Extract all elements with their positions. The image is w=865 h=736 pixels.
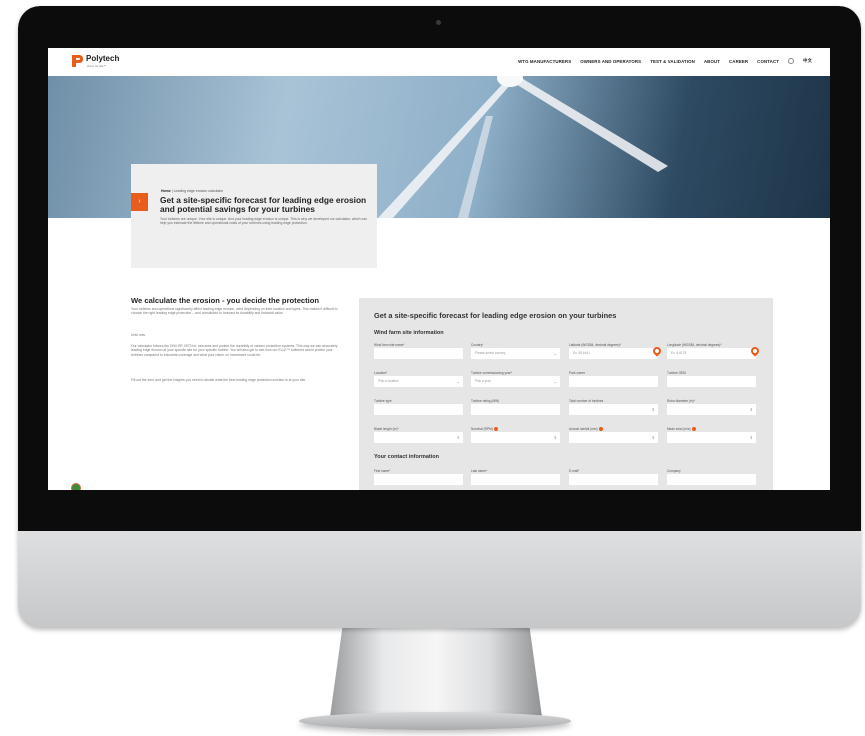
email-input[interactable] (569, 474, 658, 485)
info-icon[interactable] (691, 427, 696, 431)
map-pin-icon[interactable] (651, 345, 663, 357)
field-park-owner: Park owner (569, 370, 658, 387)
rotor-diameter-stepper[interactable]: ⇕ (667, 404, 756, 415)
erosion-forecast-form: Get a site-specific forecast for leading… (359, 298, 773, 490)
polytech-logo-icon[interactable] (70, 54, 84, 68)
imac-mockup: Polytech strive for life™ WTG MANUFACTUR… (0, 0, 865, 736)
nav-item-test-validation[interactable]: TEST & VALIDATION (650, 59, 695, 64)
intro-paragraph-4: Fill out the form and get the insights y… (131, 378, 307, 382)
top-navigation: Polytech strive for life™ WTG MANUFACTUR… (48, 48, 830, 76)
intro-paragraph-3: Our calculator follows the DNV-RP-0573 f… (131, 344, 338, 357)
monitor-chin (18, 531, 861, 628)
chevron-down-icon: ⌄ (553, 351, 557, 356)
main-menu: WTG MANUFACTURERS OWNERS AND OPERATORS T… (518, 58, 812, 64)
field-last-name: Last name* (471, 468, 560, 485)
field-nominal-rpm: Nominal (RPM) ⇕ (471, 426, 560, 443)
total-turbines-stepper[interactable]: ⇕ (569, 404, 658, 415)
blade-length-stepper[interactable]: ⇕ (374, 432, 463, 443)
latitude-input[interactable]: Ex. 55.6441 (569, 345, 663, 359)
company-input[interactable] (667, 474, 756, 485)
section-contact-info: Your contact information (374, 454, 439, 460)
breadcrumb-current: Leading edge erosion calculator (173, 189, 224, 193)
intro-paragraph-2: Until now. (131, 333, 146, 337)
logo-text[interactable]: Polytech (86, 54, 119, 63)
stepper-icon[interactable]: ⇕ (652, 432, 655, 443)
field-location: Location* Pick a location ⌄ (374, 370, 463, 387)
monitor-bezel: Polytech strive for life™ WTG MANUFACTUR… (18, 6, 861, 531)
commissioning-year-select[interactable]: Pick a year ⌄ (471, 376, 560, 387)
field-total-turbines: Total number of turbines ⇕ (569, 398, 658, 415)
stepper-icon[interactable]: ⇕ (457, 432, 460, 443)
field-mean-wind: Mean wind (m/s) ⇕ (667, 426, 756, 443)
field-turbine-rating: Turbine rating (MW) (471, 398, 560, 415)
info-icon[interactable] (598, 427, 603, 431)
chevron-down-icon: ⌄ (553, 379, 557, 384)
monitor-stand-neck (330, 625, 542, 717)
intro-heading: We calculate the erosion - you decide th… (131, 296, 320, 305)
country-select[interactable]: Please select country ⌄ (471, 348, 560, 359)
chevron-down-icon: ⌄ (456, 379, 460, 384)
chat-widget-icon[interactable] (71, 483, 81, 490)
camera-icon (436, 20, 441, 25)
field-company: Company (667, 468, 756, 485)
turbine-oem-input[interactable] (667, 376, 756, 387)
nav-item-owners-operators[interactable]: OWNERS AND OPERATORS (580, 59, 641, 64)
intro-paragraph-1: Your turbines and operations significant… (131, 307, 338, 316)
search-icon[interactable] (788, 58, 795, 64)
field-rotor-diameter: Rotor diameter (m)* ⇕ (667, 398, 756, 415)
monitor-stand-foot (299, 712, 571, 730)
park-owner-input[interactable] (569, 376, 658, 387)
turbine-type-input[interactable] (374, 404, 463, 415)
field-annual-rainfall: Annual rainfall (mm) ⇕ (569, 426, 658, 443)
monitor: Polytech strive for life™ WTG MANUFACTUR… (18, 6, 861, 628)
field-turbine-type: Turbine type (374, 398, 463, 415)
hero-card (131, 164, 377, 268)
hero-description: Your turbines are unique. Your site is u… (160, 217, 367, 226)
stepper-icon[interactable]: ⇕ (652, 404, 655, 415)
nav-item-career[interactable]: CAREER (729, 59, 748, 64)
nav-item-about[interactable]: ABOUT (704, 59, 720, 64)
field-latitude: Latitude (WGS84, decimal degrees)* Ex. 5… (569, 342, 663, 359)
stepper-icon[interactable]: ⇕ (750, 432, 753, 443)
turbine-rating-input[interactable] (471, 404, 560, 415)
field-commissioning-year: Turbine commissioning year* Pick a year … (471, 370, 560, 387)
page-title: Get a site-specific forecast for leading… (160, 195, 367, 214)
nav-item-contact[interactable]: CONTACT (757, 59, 779, 64)
first-name-input[interactable] (374, 474, 463, 485)
field-blade-length: Blade length (m)* ⇕ (374, 426, 463, 443)
form-title: Get a site-specific forecast for leading… (374, 311, 617, 320)
nominal-rpm-stepper[interactable]: ⇕ (471, 432, 560, 443)
breadcrumb: Home | Leading edge erosion calculator (161, 189, 224, 193)
last-name-input[interactable] (471, 474, 560, 485)
annual-rainfall-stepper[interactable]: ⇕ (569, 432, 658, 443)
info-icon[interactable] (493, 427, 498, 431)
arrow-right-icon[interactable]: › (131, 193, 148, 211)
field-country: Country* Please select country ⌄ (471, 342, 560, 359)
field-email: E-mail* (569, 468, 658, 485)
stepper-icon[interactable]: ⇕ (554, 432, 557, 443)
language-switch[interactable]: 中文 (803, 58, 812, 64)
browser-screen: Polytech strive for life™ WTG MANUFACTUR… (48, 48, 830, 490)
field-turbine-oem: Turbine OEM (667, 370, 756, 387)
breadcrumb-home[interactable]: Home (161, 189, 171, 193)
map-pin-icon[interactable] (749, 345, 761, 357)
nav-item-wtg-manufacturers[interactable]: WTG MANUFACTURERS (518, 59, 571, 64)
longitude-input[interactable]: Ex. 8.6178 (667, 345, 761, 359)
field-site-name: Wind farm site name* (374, 342, 463, 359)
field-longitude: Longitude (WGS84, decimal degrees)* Ex. … (667, 342, 761, 359)
mean-wind-stepper[interactable]: ⇕ (667, 432, 756, 443)
site-name-input[interactable] (374, 348, 463, 359)
location-select[interactable]: Pick a location ⌄ (374, 376, 463, 387)
field-first-name: First name* (374, 468, 463, 485)
stepper-icon[interactable]: ⇕ (750, 404, 753, 415)
logo-tagline: strive for life™ (87, 64, 107, 68)
section-site-info: Wind farm site information (374, 330, 444, 336)
